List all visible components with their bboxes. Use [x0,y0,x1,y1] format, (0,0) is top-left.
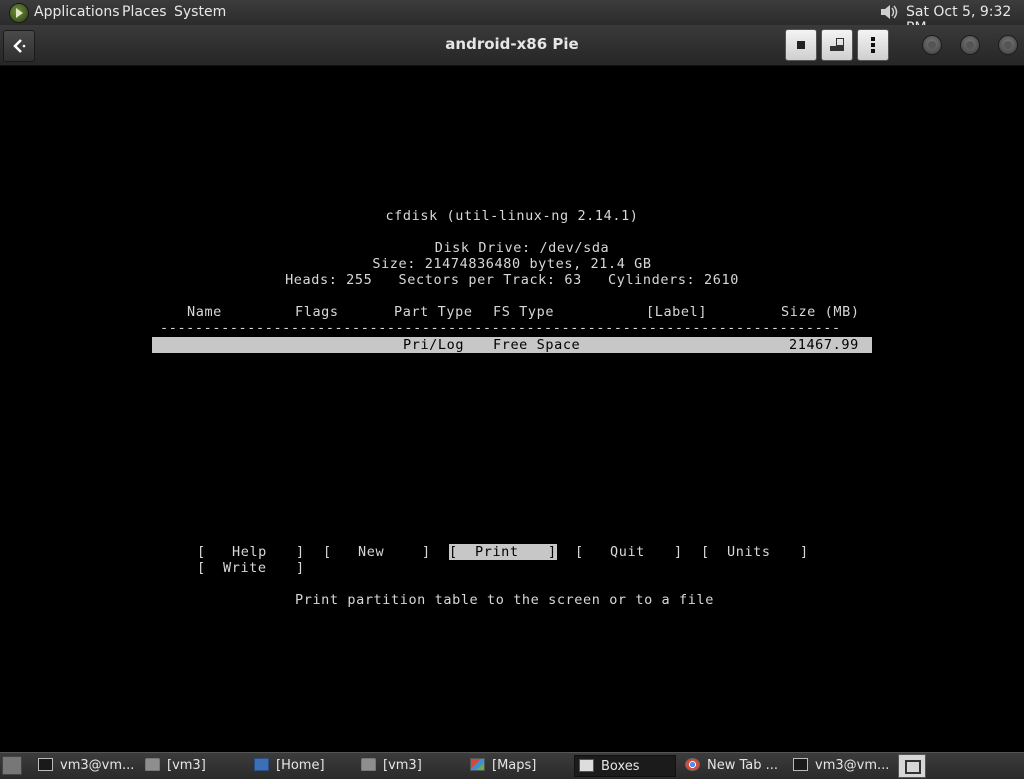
menu-dot-icon [871,49,875,53]
command-units[interactable]: [ Units ] [701,544,809,560]
terminal-icon [793,758,808,771]
command-label: Help [232,544,267,560]
menu-applications[interactable]: Applications [34,4,120,20]
command-label: Print [475,544,519,560]
bracket-open: [ [197,544,206,560]
terminal-icon [38,758,53,771]
task-chrome[interactable]: New Tab ... [685,755,787,777]
workspace-switcher-icon[interactable] [898,754,926,778]
command-help[interactable]: [ Help ] [197,544,305,560]
screenshot-button[interactable] [821,29,853,61]
column-fs-type: FS Type [493,304,555,320]
top-panel: Applications Places System Sat Oct 5, 9:… [0,0,1024,36]
status-text: Print partition table to the screen or t… [295,592,714,608]
command-print[interactable]: [ Print ] [449,544,557,560]
folder-icon [361,758,376,771]
task-label: vm3@vm... [815,758,890,773]
bracket-close: ] [548,544,557,560]
disk-geometry-line: Heads: 255 Sectors per Track: 63 Cylinde… [285,272,739,288]
bracket-close: ] [422,544,431,560]
task-label: New Tab ... [707,758,779,773]
bracket-close: ] [296,544,305,560]
stop-button[interactable] [785,29,817,61]
folder-icon [145,758,160,771]
show-desktop-icon[interactable] [2,756,22,775]
command-label: Write [223,560,267,576]
chrome-icon [685,758,700,771]
task-label: [vm3] [383,758,422,773]
applications-menu-icon[interactable] [9,3,29,23]
menu-places[interactable]: Places [122,4,167,20]
task-terminal[interactable]: vm3@vm... [793,755,893,777]
window-titlebar: android-x86 Pie [0,25,1024,66]
column-size: Size (MB) [781,304,860,320]
command-new[interactable]: [ New ] [323,544,431,560]
bracket-open: [ [323,544,332,560]
bracket-close: ] [296,560,305,576]
bracket-open: [ [575,544,584,560]
minimize-button[interactable] [922,35,942,55]
menu-dot-icon [871,37,875,41]
task-maps[interactable]: [Maps] [470,755,570,777]
maps-icon [470,758,485,771]
task-terminal[interactable]: vm3@vm... [38,755,138,777]
command-label: Quit [610,544,645,560]
column-label: [Label] [646,304,708,320]
task-label: [Maps] [492,758,537,773]
bracket-open: [ [197,560,206,576]
cfdisk-header: cfdisk (util-linux-ng 2.14.1) [385,208,639,224]
partition-row-selected[interactable]: Pri/Log Free Space 21467.99 [152,337,872,353]
task-boxes[interactable]: Boxes [574,755,676,777]
task-label: [Home] [276,758,325,773]
task-label: Boxes [601,759,640,774]
command-write[interactable]: [ Write ] [197,560,305,576]
column-part-type: Part Type [394,304,473,320]
maximize-button[interactable] [960,35,980,55]
bracket-close: ] [800,544,809,560]
menu-system[interactable]: System [174,4,226,20]
bracket-open: [ [449,544,458,560]
volume-icon[interactable] [878,2,898,22]
document-icon [254,758,269,771]
task-label: vm3@vm... [60,758,135,773]
window-menu-button[interactable] [857,29,889,61]
menu-dot-icon [871,43,875,47]
task-folder[interactable]: [vm3] [145,755,245,777]
boxes-icon [579,759,594,772]
row-fs-type: Free Space [493,337,581,353]
disk-drive-line: Disk Drive: /dev/sda [434,240,610,256]
bracket-open: [ [701,544,710,560]
task-folder[interactable]: [vm3] [361,755,461,777]
close-button[interactable] [998,35,1018,55]
row-size: 21467.99 [789,337,859,353]
vm-display[interactable]: cfdisk (util-linux-ng 2.14.1) Disk Drive… [0,66,1024,752]
column-flags: Flags [295,304,339,320]
column-name: Name [187,304,222,320]
task-label: [vm3] [167,758,206,773]
command-label: Units [727,544,771,560]
taskbar: vm3@vm... [vm3] [Home] [vm3] [Maps] Boxe… [0,752,1024,779]
header-separator: ----------------------------------------… [160,320,841,336]
command-quit[interactable]: [ Quit ] [575,544,683,560]
task-home[interactable]: [Home] [254,755,354,777]
row-part-type: Pri/Log [403,337,465,353]
command-label: New [358,544,385,560]
disk-size-line: Size: 21474836480 bytes, 21.4 GB [372,256,652,272]
bracket-close: ] [674,544,683,560]
